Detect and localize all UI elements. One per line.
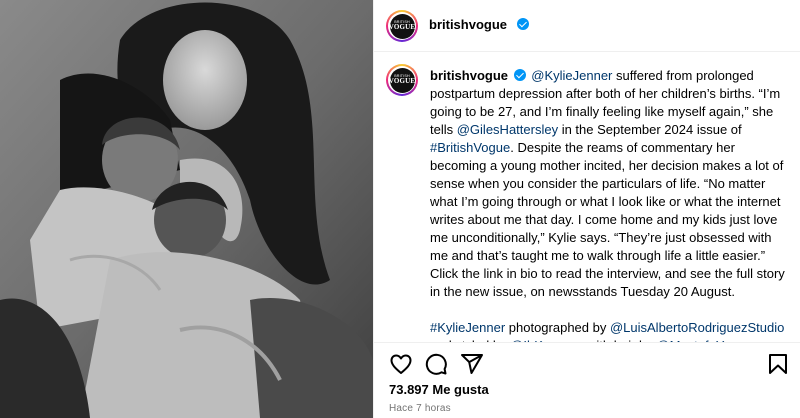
caption-text-span: in the September 2024 issue of bbox=[558, 122, 742, 137]
verified-badge-icon bbox=[517, 18, 529, 30]
post-header: BRITISH VOGUE britishvogue bbox=[374, 0, 800, 52]
avatar-ring: BRITISH VOGUE bbox=[388, 12, 416, 40]
caption-avatar[interactable]: BRITISH VOGUE bbox=[386, 64, 418, 96]
post-sidebar: BRITISH VOGUE britishvogue BRITISH VOGUE bbox=[373, 0, 800, 418]
caption-verified-badge-icon bbox=[513, 69, 526, 81]
caption-avatar-logo-bottom: VOGUE bbox=[388, 77, 416, 86]
avatar-logo: BRITISH VOGUE bbox=[388, 13, 416, 39]
post-actions: 73.897 Me gusta Hace 7 horas bbox=[374, 342, 800, 418]
photo-illustration bbox=[0, 0, 373, 418]
header-username[interactable]: britishvogue bbox=[429, 17, 507, 32]
caption-area: BRITISH VOGUE britishvogue @KylieJenner … bbox=[374, 52, 800, 342]
caption-text: @KylieJenner suffered from prolonged pos… bbox=[430, 68, 785, 299]
caption-avatar-ring: BRITISH VOGUE bbox=[388, 66, 416, 94]
instagram-post: BRITISH VOGUE britishvogue BRITISH VOGUE bbox=[0, 0, 800, 418]
caption-paragraph-1: britishvogue @KylieJenner suffered from … bbox=[430, 67, 792, 301]
caption-avatar-logo: BRITISH VOGUE bbox=[388, 67, 416, 93]
caption-username[interactable]: britishvogue bbox=[430, 68, 508, 83]
bookmark-icon[interactable] bbox=[766, 352, 790, 376]
like-count[interactable]: 73.897 Me gusta bbox=[389, 382, 489, 397]
caption-paragraph-2: #KylieJenner photographed by @LuisAlbert… bbox=[430, 319, 792, 342]
mention-link[interactable]: @GilesHattersley bbox=[457, 122, 558, 137]
avatar[interactable]: BRITISH VOGUE bbox=[386, 10, 418, 42]
mention-link[interactable]: @KylieJenner bbox=[531, 68, 612, 83]
post-photo[interactable] bbox=[0, 0, 373, 418]
hashtag-link[interactable]: #BritishVogue bbox=[430, 140, 510, 155]
caption-text-span: photographed by bbox=[505, 320, 610, 335]
post-caption: britishvogue @KylieJenner suffered from … bbox=[430, 67, 792, 342]
heart-icon[interactable] bbox=[389, 352, 413, 376]
mention-link[interactable]: @LuisAlbertoRodriguezStudio bbox=[610, 320, 784, 335]
hashtag-link[interactable]: #KylieJenner bbox=[430, 320, 505, 335]
avatar-logo-bottom: VOGUE bbox=[388, 23, 416, 32]
share-icon[interactable] bbox=[460, 352, 484, 376]
caption-text-span: . Despite the reams of commentary her be… bbox=[430, 140, 785, 299]
post-timestamp[interactable]: Hace 7 horas bbox=[389, 403, 451, 414]
comment-icon[interactable] bbox=[424, 352, 448, 376]
